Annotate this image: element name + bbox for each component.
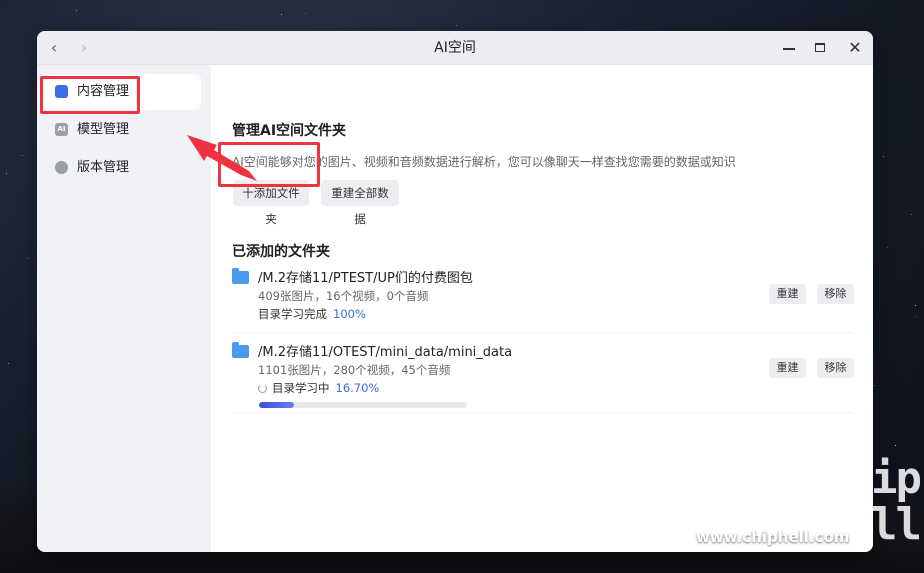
loading-spinner-icon bbox=[258, 384, 267, 393]
status-text: 目录学习中 bbox=[272, 381, 330, 395]
star bbox=[914, 304, 916, 306]
status-text: 目录学习完成 bbox=[258, 307, 327, 321]
folder-status: 目录学习完成 100% bbox=[258, 306, 366, 322]
folder-stats: 1101张图片，280个视频，45个音频 bbox=[258, 363, 451, 377]
star bbox=[6, 172, 8, 174]
minimize-button[interactable] bbox=[778, 37, 800, 59]
star bbox=[456, 24, 458, 26]
progress-bar bbox=[259, 402, 467, 408]
sidebar-item-content[interactable]: 内容管理 bbox=[43, 74, 201, 110]
status-percent: 100% bbox=[333, 307, 366, 321]
sidebar-item-label: 版本管理 bbox=[77, 160, 130, 175]
sidebar-item-model[interactable]: AI 模型管理 bbox=[43, 112, 201, 148]
star bbox=[22, 155, 24, 157]
app-window: ‹ › AI空间 ✕ 内容管理 AI 模型管理 版本管理 管理AI空间文件夹 A… bbox=[37, 31, 873, 552]
star bbox=[7, 363, 9, 365]
star bbox=[874, 385, 876, 387]
title-bar: ‹ › AI空间 ✕ bbox=[37, 31, 873, 65]
remove-button[interactable]: 移除 bbox=[817, 284, 854, 304]
rebuild-button[interactable]: 重建 bbox=[769, 284, 806, 304]
sidebar-item-label: 内容管理 bbox=[77, 84, 130, 99]
manage-description: AI空间能够对您的图片、视频和音频数据进行解析，您可以像聊天一样查找您需要的数据… bbox=[232, 155, 736, 169]
folder-path: /M.2存储11/PTEST/UP们的付费图包 bbox=[258, 271, 473, 286]
star bbox=[280, 14, 282, 16]
folder-row: /M.2存储11/PTEST/UP们的付费图包 409张图片，16个视频，0个音… bbox=[232, 267, 854, 333]
folder-stats: 409张图片，16个视频，0个音频 bbox=[258, 289, 429, 303]
remove-button[interactable]: 移除 bbox=[817, 358, 854, 378]
progress-fill bbox=[259, 402, 294, 408]
ai-icon: AI bbox=[55, 123, 68, 136]
main-content: 管理AI空间文件夹 AI空间能够对您的图片、视频和音频数据进行解析，您可以像聊天… bbox=[211, 65, 873, 552]
rebuild-all-button[interactable]: 重建全部数据 bbox=[321, 180, 399, 226]
version-icon bbox=[55, 161, 68, 174]
red-arrow-annotation bbox=[187, 135, 257, 181]
close-button[interactable]: ✕ bbox=[844, 37, 866, 59]
back-arrow-icon[interactable]: ‹ bbox=[43, 37, 65, 59]
star bbox=[882, 155, 884, 157]
star bbox=[886, 246, 888, 248]
folder-icon bbox=[232, 268, 249, 284]
status-percent: 16.70% bbox=[335, 381, 380, 395]
folder-row: /M.2存储11/OTEST/mini_data/mini_data 1101张… bbox=[232, 341, 854, 413]
rebuild-button[interactable]: 重建 bbox=[769, 358, 806, 378]
maximize-icon bbox=[815, 43, 825, 52]
star bbox=[26, 257, 28, 259]
document-icon bbox=[55, 85, 68, 98]
minimize-icon bbox=[783, 48, 795, 50]
sidebar-item-version[interactable]: 版本管理 bbox=[43, 150, 201, 186]
star bbox=[894, 444, 896, 446]
folder-status: 目录学习中 16.70% bbox=[258, 380, 379, 396]
star bbox=[915, 316, 917, 318]
maximize-button[interactable] bbox=[809, 37, 831, 59]
sidebar: 内容管理 AI 模型管理 版本管理 bbox=[37, 65, 211, 552]
added-folders-title: 已添加的文件夹 bbox=[232, 244, 330, 260]
folder-icon bbox=[232, 342, 249, 358]
star bbox=[910, 213, 912, 215]
star bbox=[75, 10, 77, 12]
window-title: AI空间 bbox=[434, 40, 476, 56]
star bbox=[305, 13, 307, 15]
forward-arrow-icon[interactable]: › bbox=[73, 37, 95, 59]
folder-path: /M.2存储11/OTEST/mini_data/mini_data bbox=[258, 345, 513, 360]
sidebar-item-label: 模型管理 bbox=[77, 122, 130, 137]
